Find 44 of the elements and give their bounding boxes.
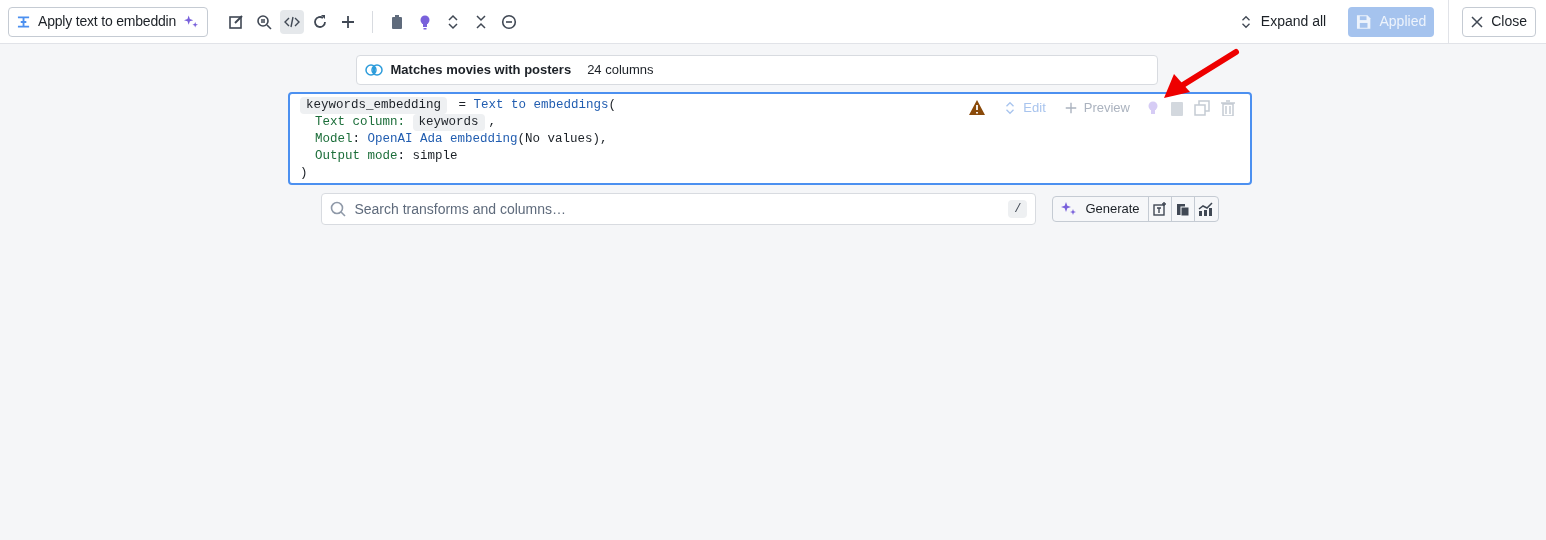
column-chip: keywords_embedding: [300, 97, 448, 114]
close-button[interactable]: Close: [1462, 6, 1536, 37]
code-text: OpenAI Ada embedding: [367, 131, 518, 148]
dataset-name: Matches movies with posters: [390, 61, 572, 80]
code-text: Text to embeddings: [473, 97, 609, 114]
code-button[interactable]: [280, 9, 304, 34]
code-text: (: [608, 97, 617, 114]
edit-icon: [228, 13, 244, 30]
sparkle-icon: [1061, 201, 1078, 217]
code-text: Model: [314, 131, 353, 148]
column-chip: keywords: [412, 114, 485, 131]
minus-circle-icon: [501, 13, 517, 30]
search-list-icon: [256, 13, 272, 30]
close-icon: [1471, 15, 1484, 28]
refresh-icon: [312, 13, 328, 30]
code-text: =: [457, 97, 468, 114]
search-field[interactable]: Search transforms and columns… /: [321, 193, 1037, 225]
add-text-icon: [1152, 202, 1167, 216]
clipboard-icon[interactable]: [1170, 99, 1184, 116]
code-text: Text column:: [314, 114, 407, 131]
warning-icon: [969, 100, 986, 116]
code-text: (No values),: [517, 131, 608, 148]
expand-all-button[interactable]: Expand all: [1230, 6, 1335, 37]
code-text: : simple: [397, 148, 458, 165]
code-text: ): [300, 165, 308, 182]
save-icon: [1356, 13, 1372, 30]
collapse-icon: [473, 13, 489, 30]
transform-icon: [17, 14, 31, 29]
clipboard-icon: [389, 13, 405, 30]
join-icon: [364, 63, 383, 77]
column-count: 24 columns: [587, 61, 654, 80]
chart-icon: [1198, 202, 1215, 216]
search-input[interactable]: Search transforms and columns…: [354, 198, 1001, 220]
code-text: ,: [488, 114, 497, 131]
plus-icon: [1063, 100, 1078, 115]
plus-icon: [340, 13, 356, 30]
title-field[interactable]: Apply text to embeddin: [8, 6, 208, 37]
expand-icon: [445, 13, 461, 30]
search-icon: [330, 201, 347, 217]
code-text: Output mode: [314, 148, 398, 165]
clipboard-icon: [1175, 202, 1190, 216]
code-text: :: [352, 131, 362, 148]
shortcut-key: /: [1008, 200, 1028, 218]
sparkle-icon: [184, 13, 199, 30]
